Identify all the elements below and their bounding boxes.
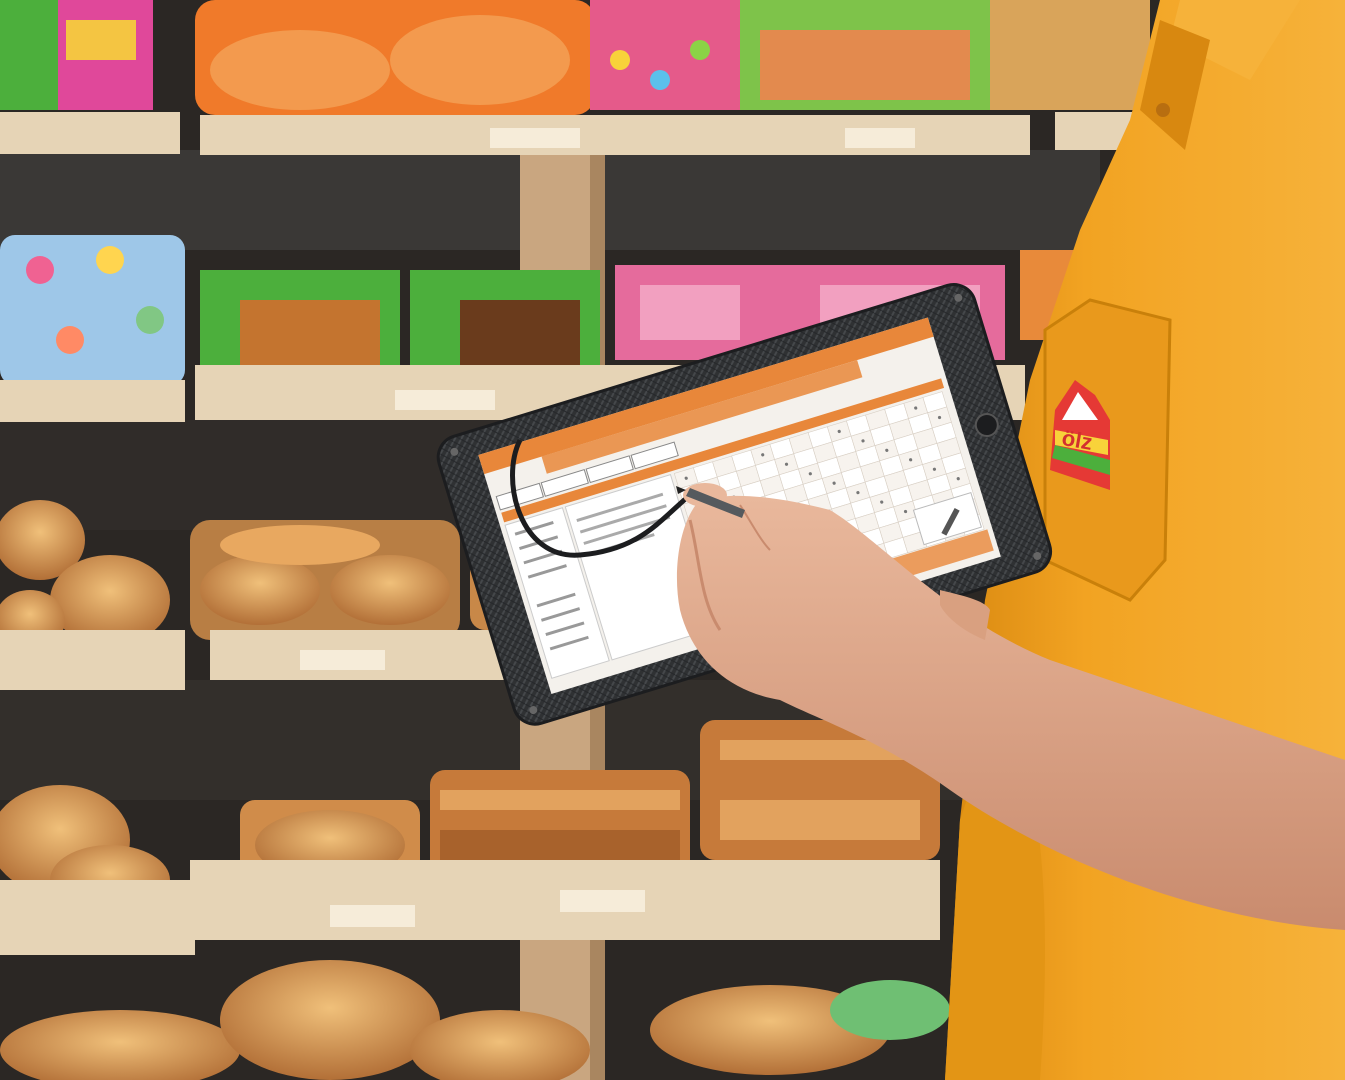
shelf-label xyxy=(845,128,915,148)
shelf-board xyxy=(0,880,195,955)
store-photo: ölz xyxy=(0,0,1345,1080)
shelf-label xyxy=(490,128,580,148)
shelf-label xyxy=(330,905,415,927)
shelf-board xyxy=(0,380,185,422)
shirt-button xyxy=(1156,103,1170,117)
shelf-board xyxy=(0,630,185,690)
shelf-label xyxy=(560,890,645,912)
shelf-label xyxy=(395,390,495,410)
shirt-logo-text: ölz xyxy=(1060,425,1094,455)
photo-scene: ölz xyxy=(0,0,1345,1080)
shelf-label xyxy=(300,650,385,670)
shelf-board xyxy=(0,112,180,154)
